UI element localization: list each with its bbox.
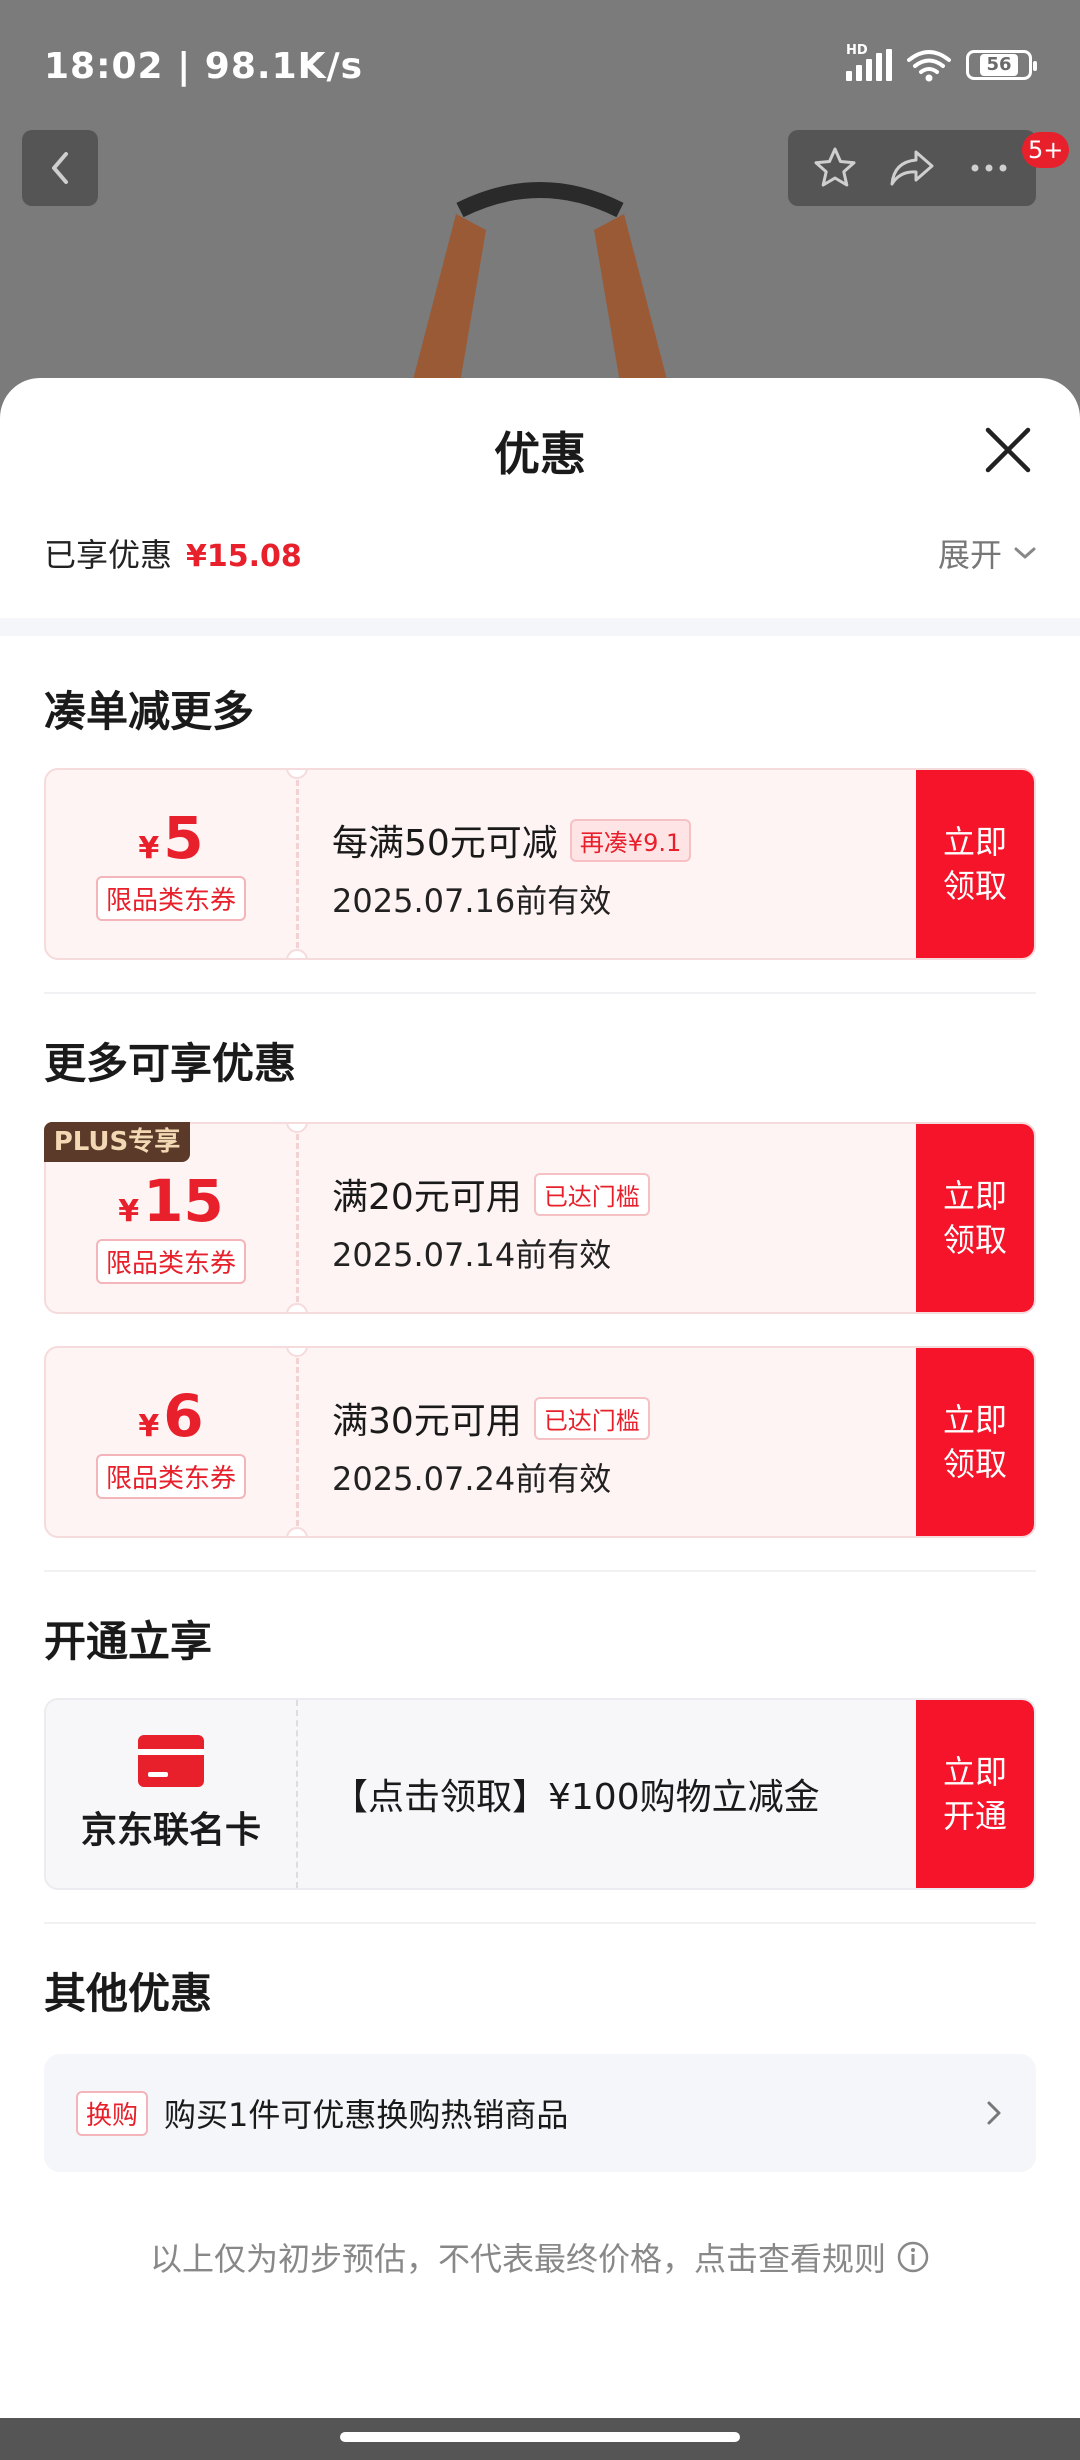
expand-button[interactable]: 展开 <box>938 530 1038 576</box>
coupon-condition-text: 满20元可用 <box>332 1177 522 1218</box>
enjoyed-amount: ¥15.08 <box>186 539 302 574</box>
claim-coupon-button[interactable]: 立即 领取 <box>916 1124 1034 1312</box>
enjoyed-label: 已享优惠 <box>44 536 173 574</box>
coupon-amount-value: 15 <box>143 1166 224 1235</box>
coupon-details: 每满50元可减 再凑¥9.1 2025.07.16前有效 <box>332 814 904 922</box>
enjoyed-discount: 已享优惠 ¥15.08 <box>44 530 302 576</box>
divider-line <box>44 992 1036 994</box>
hd-label: HD <box>846 43 868 58</box>
rules-disclaimer[interactable]: 以上仅为初步预估，不代表最终价格，点击查看规则 <box>0 2234 1080 2280</box>
close-icon[interactable] <box>980 422 1036 478</box>
battery-icon: 56 <box>966 50 1037 80</box>
section-title-other: 其他优惠 <box>44 1969 213 2018</box>
coupon-condition-text: 每满50元可减 <box>332 823 558 864</box>
status-bar: 18:02 | 98.1K/s HD 56 <box>0 0 1080 130</box>
coupon-amount: ¥ 6 <box>138 1386 203 1446</box>
back-button[interactable] <box>22 130 98 206</box>
claim-coupon-button[interactable]: 立即 领取 <box>916 1348 1034 1536</box>
chevron-down-icon <box>1014 547 1036 559</box>
coupon-card: ¥ 5 限品类东券 每满50元可减 再凑¥9.1 2025.07.16前有效 立… <box>44 768 1036 960</box>
divider-line <box>44 1922 1036 1924</box>
wifi-icon <box>907 50 951 82</box>
card-perforation <box>296 1700 298 1888</box>
expand-label: 展开 <box>937 536 1002 574</box>
coupon-notch <box>286 949 308 958</box>
coupon-amount-value: 6 <box>163 1381 204 1450</box>
card-logo: 京东联名卡 <box>46 1700 296 1888</box>
coupon-perforation <box>296 1358 299 1526</box>
coupon-details: 满20元可用 已达门槛 2025.07.14前有效 <box>332 1168 904 1276</box>
coupon-condition-text: 满30元可用 <box>332 1401 522 1442</box>
currency-symbol: ¥ <box>118 1193 140 1229</box>
coupon-value: ¥ 6 限品类东券 <box>46 1348 296 1536</box>
cellular-signal-icon: HD <box>846 43 892 81</box>
coupon-card: ¥ 15 限品类东券 满20元可用 已达门槛 2025.07.14前有效 立即 … <box>44 1122 1036 1314</box>
section-title-more-for-order: 凑单减更多 <box>44 687 255 736</box>
coupon-status-badge: 已达门槛 <box>533 1396 650 1440</box>
coupon-type-tag: 限品类东券 <box>95 1453 246 1499</box>
coupon-card: ¥ 6 限品类东券 满30元可用 已达门槛 2025.07.24前有效 立即 领… <box>44 1346 1036 1538</box>
coupon-notch <box>286 1303 308 1312</box>
coupon-details: 满30元可用 已达门槛 2025.07.24前有效 <box>332 1392 904 1500</box>
claim-coupon-button[interactable]: 立即 领取 <box>916 770 1034 958</box>
section-title-open-enjoy: 开通立享 <box>44 1617 213 1666</box>
more-icon[interactable] <box>965 144 1013 192</box>
chevron-left-icon <box>52 152 68 184</box>
coupon-expiry: 2025.07.14前有效 <box>332 1236 612 1274</box>
coupon-status-badge: 已达门槛 <box>533 1172 650 1216</box>
message-count-badge: 5+ <box>1022 132 1070 168</box>
currency-symbol: ¥ <box>138 830 160 866</box>
status-icons: HD 56 <box>846 43 1037 82</box>
coupon-condition: 满20元可用 已达门槛 <box>332 1168 904 1220</box>
coupon-perforation <box>296 1134 299 1302</box>
coupon-expiry: 2025.07.24前有效 <box>332 1460 612 1498</box>
status-time: 18:02 | 98.1K/s <box>44 46 364 87</box>
section-divider <box>0 618 1080 636</box>
sheet-title: 优惠 <box>494 427 586 481</box>
open-card-button[interactable]: 立即 开通 <box>916 1700 1034 1888</box>
currency-symbol: ¥ <box>138 1408 160 1444</box>
coupon-amount: ¥ 15 <box>118 1171 224 1231</box>
coupon-status-badge: 再凑¥9.1 <box>569 818 692 862</box>
trade-in-badge: 换购 <box>76 2090 149 2136</box>
section-title-more-discounts: 更多可享优惠 <box>44 1039 297 1088</box>
coupon-value: ¥ 5 限品类东券 <box>46 770 296 958</box>
coupon-amount-value: 5 <box>163 803 204 872</box>
card-offer-text: 【点击领取】¥100购物立减金 <box>332 1777 820 1818</box>
coupon-amount: ¥ 5 <box>138 808 203 868</box>
divider-line <box>44 1570 1036 1572</box>
coupon-expiry: 2025.07.16前有效 <box>332 882 612 920</box>
coupon-notch <box>286 1527 308 1536</box>
home-indicator[interactable] <box>340 2432 740 2442</box>
coupon-condition: 满30元可用 已达门槛 <box>332 1392 904 1444</box>
card-name: 京东联名卡 <box>80 1810 261 1851</box>
trade-in-text: 购买1件可优惠换购热销商品 <box>164 2096 569 2134</box>
favorite-star-icon[interactable] <box>811 144 859 192</box>
disclaimer-text: 以上仅为初步预估，不代表最终价格，点击查看规则 <box>149 2240 886 2278</box>
coupon-condition: 每满50元可减 再凑¥9.1 <box>332 814 904 866</box>
credit-card-icon <box>138 1735 204 1787</box>
share-icon[interactable] <box>886 144 938 192</box>
coupon-type-tag: 限品类东券 <box>95 875 246 921</box>
coupon-perforation <box>296 780 299 948</box>
battery-level: 56 <box>980 54 1018 76</box>
cobrand-card-offer: 京东联名卡 【点击领取】¥100购物立减金 立即 开通 <box>44 1698 1036 1890</box>
trade-in-offer-row[interactable]: 换购 购买1件可优惠换购热销商品 <box>44 2054 1036 2172</box>
chevron-right-icon <box>987 2101 1001 2125</box>
plus-exclusive-tag: PLUS专享 <box>44 1122 190 1162</box>
info-icon <box>897 2241 929 2273</box>
coupon-type-tag: 限品类东券 <box>95 1238 246 1284</box>
top-actions <box>788 130 1036 206</box>
discount-sheet: 优惠 已享优惠 ¥15.08 展开 凑单减更多 ¥ 5 限品类东券 每满50元可… <box>0 378 1080 2418</box>
